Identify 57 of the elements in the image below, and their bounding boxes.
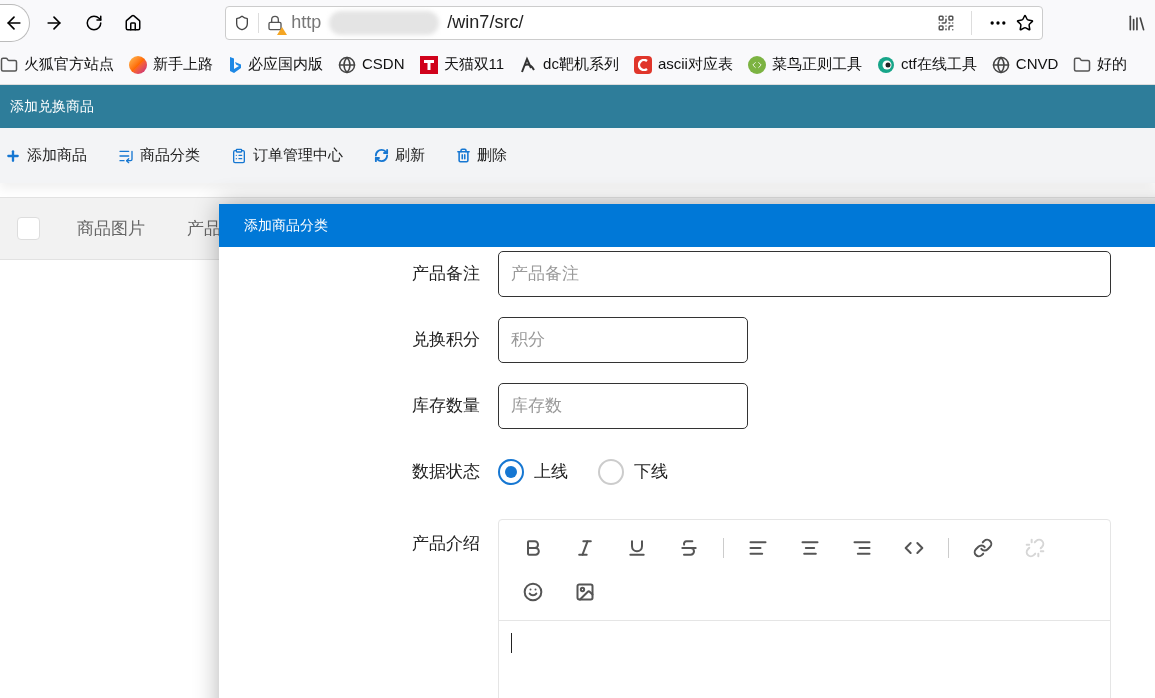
text-cursor [511, 633, 512, 653]
field-label: 数据状态 [411, 461, 481, 484]
tmall-logo-icon [419, 55, 438, 74]
globe-icon [338, 55, 356, 74]
radio-option[interactable]: 上线 [498, 459, 568, 485]
toolbar-button[interactable]: 商品分类 [118, 144, 200, 167]
clipboard-icon [231, 147, 247, 164]
bookmark-item[interactable]: 天猫双11 [419, 53, 505, 76]
page-title: 添加兑换商品 [10, 97, 94, 116]
plus-icon [5, 147, 21, 164]
fox-logo-icon [129, 55, 147, 74]
bookmark-item[interactable]: dc靶机系列 [519, 53, 619, 76]
folder-icon [0, 55, 18, 74]
url-text: http [291, 11, 322, 34]
radio-button[interactable] [498, 459, 524, 485]
star-icon[interactable] [1016, 13, 1035, 32]
field-label: 兑换积分 [411, 329, 481, 352]
code-logo-icon [747, 55, 766, 74]
toolbar-button[interactable]: 订单管理中心 [231, 144, 343, 167]
c-logo-icon [633, 55, 652, 74]
home-icon [124, 13, 143, 32]
globe-icon [991, 55, 1010, 74]
swirl-logo-icon [876, 55, 895, 74]
bookmark-item[interactable]: 必应国内版 [228, 53, 323, 76]
field-label: 产品备注 [411, 263, 481, 286]
back-button[interactable] [0, 3, 30, 42]
toolbar-button[interactable]: 刷新 [374, 144, 425, 167]
input-field[interactable]: 积分 [498, 317, 748, 363]
bookmark-item[interactable]: 好的 [1073, 53, 1128, 76]
field-label: 产品介绍 [411, 533, 481, 555]
bookmark-item[interactable]: ctf在线工具 [876, 53, 977, 76]
qr-code-icon[interactable] [937, 13, 956, 32]
reload-icon [84, 13, 103, 32]
refresh-icon [374, 148, 389, 163]
input-field[interactable]: 产品备注 [498, 251, 1111, 297]
checkbox[interactable] [17, 217, 40, 240]
toolbar-button[interactable]: 添加商品 [5, 144, 87, 167]
radio-button[interactable] [598, 459, 624, 485]
field-label: 库存数量 [411, 395, 481, 418]
radio-option[interactable]: 下线 [598, 459, 668, 485]
bookmark-item[interactable]: 菜鸟正则工具 [747, 53, 862, 76]
address-bar[interactable]: http /win7/src/ [225, 5, 1044, 40]
bookmark-item[interactable]: CSDN [338, 53, 405, 76]
bookmark-item[interactable]: CNVD [991, 53, 1059, 76]
bookmark-item[interactable]: 新手上路 [129, 53, 213, 76]
dialog-title: 添加商品分类 [244, 216, 328, 235]
trash-icon [456, 148, 471, 163]
bookmark-item[interactable]: 火狐官方站点 [0, 53, 114, 76]
folder-icon [1073, 55, 1092, 74]
url-text: /win7/src/ [447, 11, 524, 34]
shield-icon [234, 14, 251, 31]
bookmark-item[interactable]: ascii对应表 [633, 53, 733, 76]
toolbar-button[interactable]: 删除 [456, 144, 507, 167]
swirl-logo-icon [519, 55, 538, 74]
b-logo-icon [228, 55, 242, 74]
column-header: 商品图片 [77, 217, 145, 240]
input-field[interactable]: 库存数 [498, 383, 748, 429]
